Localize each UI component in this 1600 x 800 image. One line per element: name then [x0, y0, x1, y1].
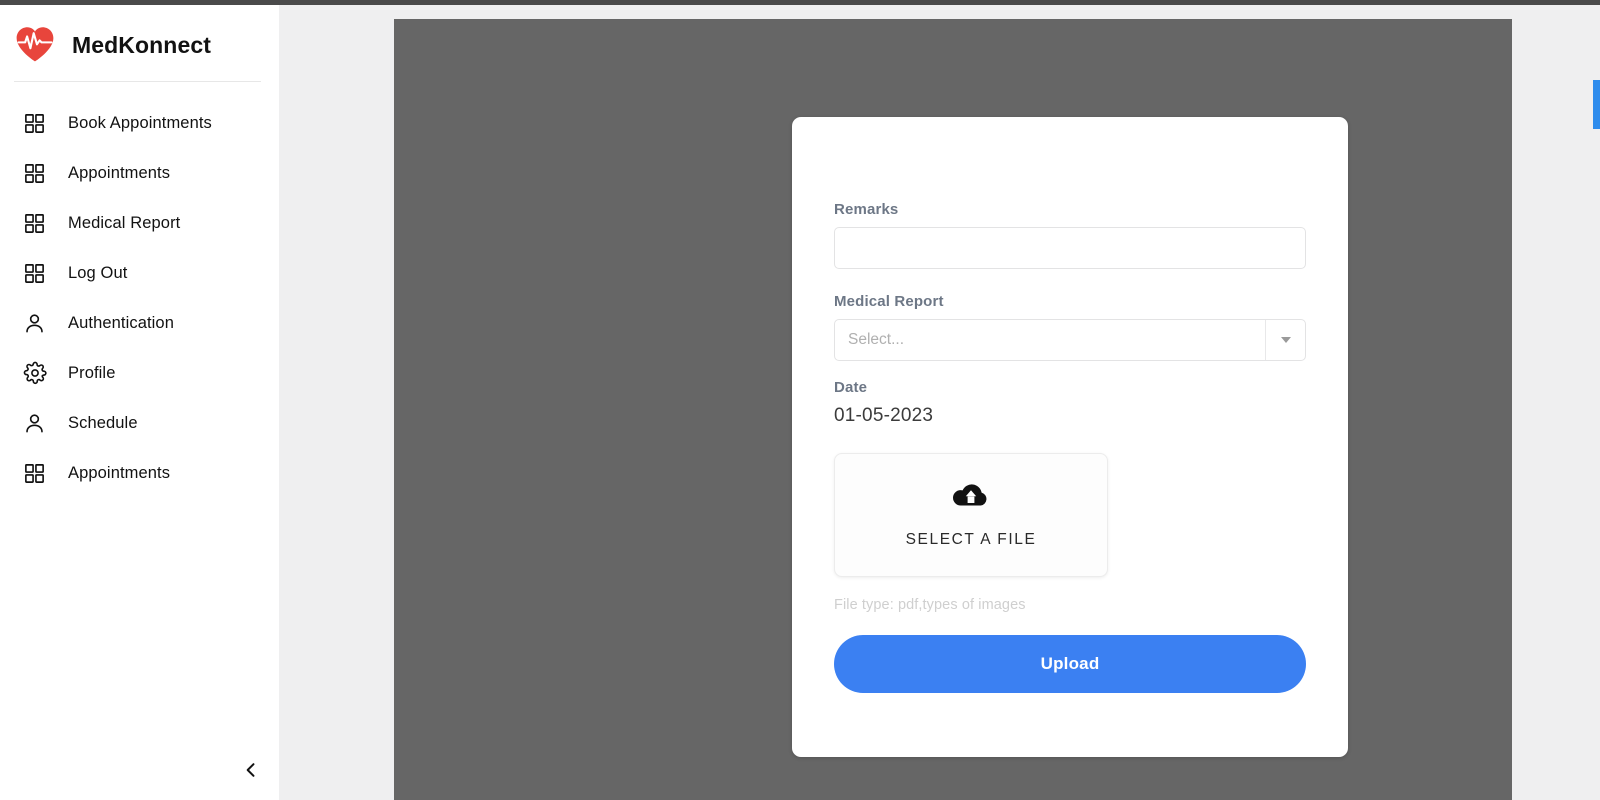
grid-icon — [22, 461, 47, 486]
medical-report-selected-value: Select... — [848, 331, 904, 348]
sidebar: MedKonnect Book Appointments Appointment… — [0, 5, 279, 800]
caret-down-icon[interactable] — [1265, 320, 1305, 360]
main-content: Remarks Medical Report Select... Date 01… — [279, 5, 1600, 800]
sidebar-item-profile[interactable]: Profile — [0, 348, 279, 398]
sidebar-item-label: Authentication — [68, 313, 174, 332]
sidebar-item-label: Schedule — [68, 413, 138, 432]
sidebar-item-label: Appointments — [68, 463, 171, 482]
brand-name: MedKonnect — [72, 31, 211, 58]
heart-pulse-icon — [16, 27, 54, 62]
upload-medical-report-card: Remarks Medical Report Select... Date 01… — [792, 117, 1348, 757]
medical-report-label: Medical Report — [834, 293, 944, 310]
sidebar-item-medical-report[interactable]: Medical Report — [0, 198, 279, 248]
sidebar-item-appointments[interactable]: Appointments — [0, 148, 279, 198]
grid-icon — [22, 161, 47, 186]
overlay-panel: Remarks Medical Report Select... Date 01… — [394, 19, 1512, 800]
cloud-upload-icon — [952, 482, 989, 515]
sidebar-item-label: Profile — [68, 363, 116, 382]
date-label: Date — [834, 379, 868, 396]
sidebar-item-label: Medical Report — [68, 213, 181, 232]
sidebar-item-appointments-2[interactable]: Appointments — [0, 448, 279, 498]
caret-shape — [1280, 337, 1291, 343]
right-edge-scroll-indicator[interactable] — [1593, 80, 1600, 129]
medical-report-field-group: Medical Report Select... — [834, 293, 1306, 361]
person-icon — [22, 411, 47, 436]
remarks-input[interactable] — [834, 227, 1306, 269]
app-root: MedKonnect Book Appointments Appointment… — [0, 0, 1600, 800]
upload-button[interactable]: Upload — [834, 635, 1306, 693]
sidebar-item-label: Appointments — [68, 163, 171, 182]
sidebar-item-log-out[interactable]: Log Out — [0, 248, 279, 298]
sidebar-collapse-button[interactable] — [232, 753, 270, 791]
date-value[interactable]: 01-05-2023 — [834, 405, 1306, 427]
dropzone-label: SELECT A FILE — [905, 530, 1037, 548]
grid-icon — [22, 211, 47, 236]
sidebar-item-authentication[interactable]: Authentication — [0, 298, 279, 348]
grid-icon — [22, 261, 47, 286]
card-body: Remarks Medical Report Select... Date 01… — [792, 117, 1348, 693]
chevron-left-icon — [241, 760, 261, 785]
sidebar-item-book-appointments[interactable]: Book Appointments — [0, 98, 279, 148]
gear-icon — [22, 361, 47, 386]
medical-report-select[interactable]: Select... — [834, 319, 1306, 361]
remarks-field-group: Remarks — [834, 201, 1306, 269]
file-type-hint: File type: pdf,types of images — [834, 597, 1026, 613]
remarks-label: Remarks — [834, 201, 899, 218]
brand[interactable]: MedKonnect — [0, 5, 279, 67]
sidebar-item-schedule[interactable]: Schedule — [0, 398, 279, 448]
sidebar-divider — [14, 81, 261, 82]
sidebar-item-label: Log Out — [68, 263, 128, 282]
sidebar-nav: Book Appointments Appointments Medical R… — [0, 98, 279, 498]
date-field-group: Date 01-05-2023 — [834, 379, 1306, 427]
grid-icon — [22, 111, 47, 136]
person-icon — [22, 311, 47, 336]
sidebar-item-label: Book Appointments — [68, 113, 212, 132]
file-dropzone[interactable]: SELECT A FILE — [834, 453, 1108, 577]
browser-top-strip — [0, 0, 1600, 5]
